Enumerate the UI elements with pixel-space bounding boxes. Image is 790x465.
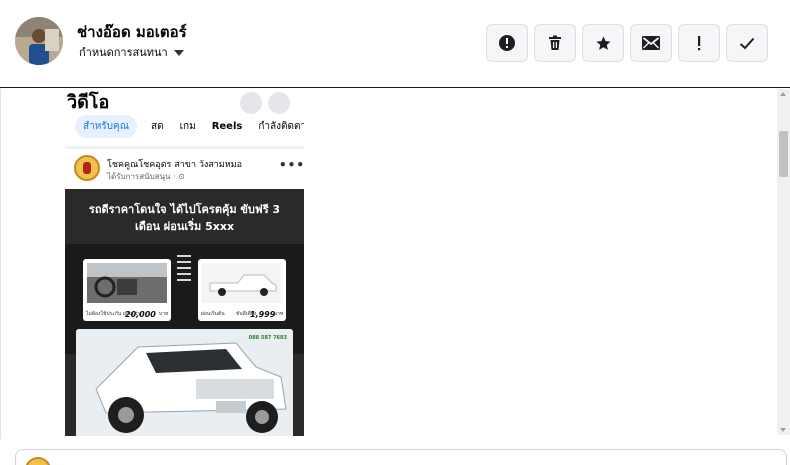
star-icon [595,35,612,52]
conversation-schedule-label: กำหนดการสนทนา [79,46,168,59]
more-options-icon: ••• [279,158,304,172]
post-header: โชคคูณโชคอุดร สาขา วังสามหมอ ได้รับการสน… [65,149,304,189]
tab-reels: Reels [211,120,243,132]
star-button[interactable] [582,24,624,62]
alert-circle-icon [498,34,516,52]
sponsored-label: ได้รับการสนับสนุน · ⊙ [107,172,185,181]
video-topbar: วิดีโอ สำหรับคุณ สด เกม Reels กำลังติดตา… [65,89,304,149]
page-avatar [25,457,51,465]
mark-spam-button[interactable] [678,24,720,62]
scroll-up-arrow-icon[interactable] [780,92,786,96]
delete-button[interactable] [534,24,576,62]
interior-card: ไม่ต้องใช้ประกัน ผ่อนเท่า 20,000 บาท [83,259,171,321]
decorative-stripes [177,255,191,285]
card-price: 1,999 [250,310,276,319]
reply-composer[interactable] [15,449,787,465]
envelope-icon [642,36,660,50]
report-button[interactable] [486,24,528,62]
page-logo [74,155,100,181]
trash-icon [547,35,563,51]
scroll-down-arrow-icon[interactable] [780,428,786,432]
card-caption: ผ่อนเริ่มต้น [201,311,225,317]
search-icon [268,92,290,114]
tab-live: สด [151,120,164,132]
main-truck-image [76,329,293,436]
tab-following: กำลังติดตาม [258,120,304,132]
caret-down-icon [173,50,184,56]
tab-for-you: สำหรับคุณ [75,114,137,138]
card-unit: บาท [274,311,284,317]
ad-creative: รถดีราคาโดนใจ ได้ไปโครตคุ้ม ขับฟรี 3 เดื… [65,189,304,436]
shared-screenshot[interactable]: วิดีโอ สำหรับคุณ สด เกม Reels กำลังติดตา… [65,89,304,436]
pickup-truck-image [202,263,282,303]
tab-gaming: เกม [179,120,196,132]
exclamation-icon [696,35,702,51]
card-price: 20,000 [125,310,156,319]
ad-headline: รถดีราคาโดนใจ ได้ไปโครตคุ้ม ขับฟรี 3 เดื… [88,203,281,233]
video-tabs: สำหรับคุณ สด เกม Reels กำลังติดตาม [65,114,304,138]
scroll-thumb[interactable] [779,131,788,177]
page-name: โชคคูณโชคอุดร สาขา วังสามหมอ [107,160,243,170]
scrollbar[interactable] [777,89,790,435]
conversation-header: ช่างอ๊อด มอเตอร์ กำหนดการสนทนา [0,0,790,88]
conversation-schedule-dropdown[interactable]: กำหนดการสนทนา [79,43,184,61]
phone-number: 088 587 7683 [248,335,287,341]
pickup-card: ผ่อนเริ่มต้น ขับดีเพียง 1,999 บาท [198,259,286,321]
done-button[interactable] [726,24,768,62]
main-truck-card: 088 587 7683 [76,329,293,436]
card-unit: บาท [159,311,169,317]
check-icon [739,37,755,50]
contact-name[interactable]: ช่างอ๊อด มอเตอร์ [77,20,187,44]
profile-icon [240,92,262,114]
contact-avatar[interactable] [15,17,63,65]
mark-unread-button[interactable] [630,24,672,62]
car-interior-image [87,263,167,303]
video-section-title: วิดีโอ [67,92,110,113]
